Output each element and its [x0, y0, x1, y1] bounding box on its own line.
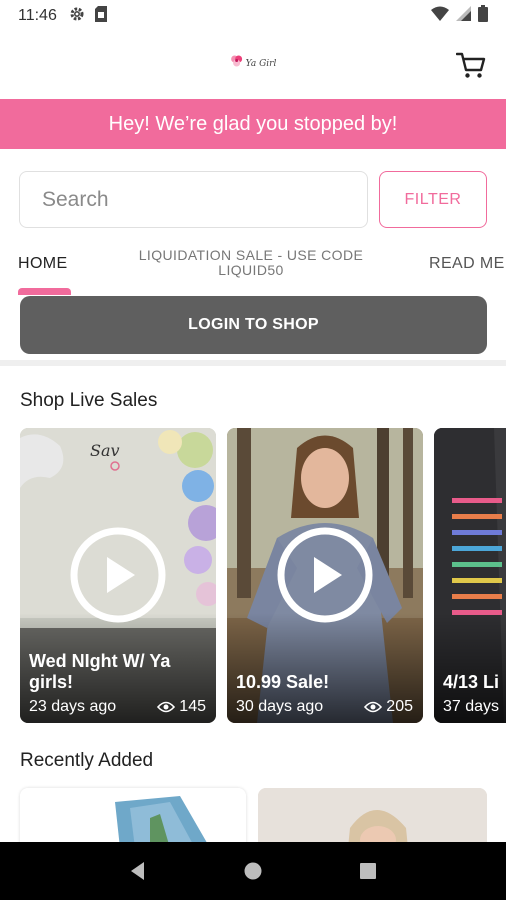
play-icon[interactable]: [69, 526, 167, 624]
eye-icon: [157, 701, 176, 713]
product-card[interactable]: [20, 788, 246, 848]
live-sale-title: Wed NIght W/ Ya girls!: [29, 651, 171, 692]
active-tab-indicator: [18, 288, 71, 295]
signal-icon: [456, 6, 471, 26]
logo-text: Ya Girl: [245, 58, 277, 69]
filter-button[interactable]: FILTER: [379, 171, 487, 228]
category-tabs: HOME LIQUIDATION SALE - USE CODE LIQUID5…: [0, 240, 506, 295]
live-sales-carousel[interactable]: Sav Wed NIght W/ Ya girls! 23 days ago 1…: [20, 428, 506, 723]
live-sale-meta: 23 days ago 145: [29, 698, 206, 716]
logo-flower-icon: [230, 54, 244, 73]
tab-liquidation-sale[interactable]: LIQUIDATION SALE - USE CODE LIQUID50: [130, 248, 372, 278]
tab-read-me[interactable]: READ ME: [429, 255, 505, 273]
live-sales-title: Shop Live Sales: [20, 390, 158, 411]
gear-icon: [69, 6, 85, 27]
live-sale-title: 4/13 Li: [443, 672, 500, 692]
svg-text:Sav: Sav: [90, 441, 120, 460]
wifi-icon: [431, 6, 449, 26]
product-card[interactable]: [258, 788, 487, 848]
back-icon[interactable]: [128, 861, 148, 881]
tab-home[interactable]: HOME: [18, 255, 68, 273]
product-thumbnail: [20, 788, 246, 848]
recently-added-title: Recently Added: [20, 750, 154, 771]
logo[interactable]: Ya Girl: [230, 54, 277, 73]
live-sale-card[interactable]: Sav Wed NIght W/ Ya girls! 23 days ago 1…: [20, 428, 216, 723]
live-sale-age: 30 days ago: [236, 698, 324, 715]
section-divider: [0, 360, 506, 366]
status-right: [431, 5, 488, 27]
login-to-shop-button[interactable]: LOGIN TO SHOP: [20, 296, 487, 354]
sim-card-icon: [94, 5, 107, 27]
battery-icon: [478, 5, 488, 27]
banner-text: Hey! We’re glad you stopped by!: [108, 112, 398, 135]
live-sale-views: 145: [157, 698, 206, 716]
live-sale-age: 23 days ago: [29, 698, 117, 715]
play-icon[interactable]: [276, 526, 374, 624]
app-screen: 11:46 Ya Girl Hey! We’re glad you stoppe…: [0, 0, 506, 900]
status-bar: 11:46: [0, 0, 506, 32]
status-time: 11:46: [18, 7, 57, 24]
recents-icon[interactable]: [358, 861, 378, 881]
live-sale-views: 205: [364, 698, 413, 716]
view-count: 205: [386, 698, 413, 715]
live-sale-meta: 37 days: [443, 698, 506, 716]
search-input[interactable]: [19, 171, 368, 228]
cart-icon: [455, 52, 486, 78]
home-icon[interactable]: [243, 861, 263, 881]
product-thumbnail: [258, 788, 487, 848]
live-sale-age: 37 days: [443, 698, 500, 715]
live-sale-meta: 30 days ago 205: [236, 698, 413, 716]
app-header: Ya Girl: [0, 32, 506, 98]
live-sale-card[interactable]: 10.99 Sale! 30 days ago 205: [227, 428, 423, 723]
live-sale-card[interactable]: 4/13 Li 37 days: [434, 428, 506, 723]
eye-icon: [364, 701, 383, 713]
live-sale-title: 10.99 Sale!: [236, 672, 330, 692]
android-nav-bar: [0, 842, 506, 900]
view-count: 145: [179, 698, 206, 715]
cart-button[interactable]: [455, 50, 486, 80]
welcome-banner: Hey! We’re glad you stopped by!: [0, 99, 506, 149]
